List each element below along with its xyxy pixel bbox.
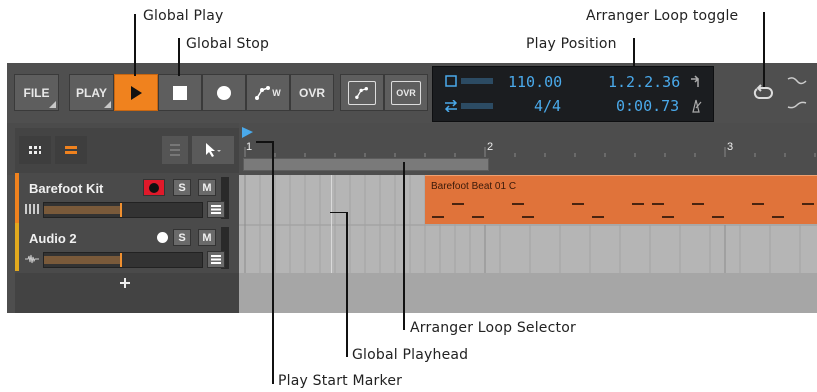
track-name[interactable]: Audio 2 [29, 231, 77, 246]
metronome-icon[interactable] [690, 99, 702, 113]
grid-icon [29, 146, 41, 154]
mute-button[interactable]: M [198, 229, 216, 246]
track-list-footer [15, 273, 239, 313]
punch-in-icon[interactable] [787, 75, 807, 87]
play-icon [131, 85, 142, 100]
track-menu-button[interactable] [207, 251, 225, 268]
callout-play-start-marker: Play Start Marker [278, 373, 403, 389]
arranger-ruler[interactable]: 1 2 3 [239, 123, 817, 175]
callout-line-playhead-h [330, 212, 348, 213]
callout-line-play-position [633, 38, 635, 66]
transport-bar: FILE PLAY W OVR OVR 110.00 4/4 1.2.2.36 … [7, 63, 817, 123]
track-menu-button[interactable] [207, 201, 225, 218]
automation-sub-label: W [272, 87, 281, 98]
callout-line-loop-selector [403, 162, 405, 330]
pre-roll-icon[interactable] [689, 75, 703, 89]
clip-launcher-toggle[interactable] [19, 136, 51, 164]
record-arm-icon [156, 232, 168, 243]
audio-waveform-icon [25, 254, 39, 264]
ovr-label: OVR [298, 85, 325, 100]
callout-line-global-play [134, 14, 136, 76]
add-track-icon[interactable] [120, 278, 130, 288]
solo-button[interactable]: S [173, 229, 191, 246]
callout-play-position: Play Position [526, 36, 617, 52]
drum-instrument-icon [25, 204, 39, 214]
arrangement-area[interactable]: Barefoot Beat 01 C [239, 175, 817, 313]
sync-icon [444, 100, 458, 112]
play-start-marker[interactable] [242, 127, 253, 138]
track-audio-2[interactable]: Audio 2 S M [15, 223, 239, 273]
cpu-icon [445, 75, 457, 87]
list-icon [170, 144, 180, 156]
callout-line-loop-toggle [763, 12, 765, 87]
track-name[interactable]: Barefoot Kit [29, 181, 103, 196]
record-arm-icon [149, 182, 159, 193]
transport-display: 110.00 4/4 1.2.2.36 0:00.73 [432, 66, 714, 122]
callout-global-stop: Global Stop [186, 36, 270, 52]
callout-line-playhead [346, 212, 348, 357]
menu-icon [211, 205, 221, 214]
cpu-meter [461, 78, 493, 84]
arranger-lines-icon [65, 146, 77, 154]
callout-line-play-start-h [256, 141, 274, 143]
bitwig-window: FILE PLAY W OVR OVR 110.00 4/4 1.2.2.36 … [7, 63, 817, 313]
mute-button[interactable]: M [198, 179, 216, 196]
global-stop-button[interactable] [158, 74, 202, 111]
callout-arranger-loop-toggle: Arranger Loop toggle [586, 8, 739, 24]
arranger-loop-selector[interactable] [243, 158, 489, 171]
record-icon [217, 85, 231, 100]
play-position-beats[interactable]: 1.2.2.36 [608, 73, 680, 91]
track-header-toolbar [7, 123, 239, 175]
callout-line-play-start [272, 141, 274, 384]
pointer-tool-icon [206, 143, 221, 157]
solo-button[interactable]: S [173, 179, 191, 196]
callout-arranger-loop-selector: Arranger Loop Selector [410, 320, 576, 336]
callout-global-play: Global Play [143, 8, 224, 24]
panel-toggle[interactable] [162, 136, 188, 164]
arranger-view-toggle[interactable] [55, 136, 87, 164]
ruler-bar-3: 3 [727, 141, 734, 153]
volume-fader[interactable] [43, 202, 203, 218]
clip-automation-icon [355, 86, 368, 99]
overdub-button[interactable]: OVR [290, 74, 334, 111]
global-play-button[interactable] [114, 74, 158, 111]
ruler-bar-2: 2 [487, 141, 494, 153]
clip-overdub-button[interactable]: OVR [384, 74, 428, 111]
file-button[interactable]: FILE [14, 74, 59, 111]
ruler-bar-1: 1 [246, 141, 253, 153]
clip-barefoot-beat[interactable]: Barefoot Beat 01 C [425, 175, 817, 224]
record-button[interactable] [202, 74, 246, 111]
time-signature-display[interactable]: 4/4 [534, 97, 561, 115]
play-menu-button[interactable]: PLAY [69, 74, 114, 111]
volume-fader[interactable] [43, 252, 203, 268]
track-barefoot-kit[interactable]: Barefoot Kit S M [15, 173, 239, 223]
stop-icon [173, 85, 187, 100]
play-position-time[interactable]: 0:00.73 [616, 97, 679, 115]
play-menu-label: PLAY [76, 85, 107, 100]
record-arm-button[interactable] [143, 179, 165, 196]
menu-icon [211, 255, 221, 264]
record-arm-button[interactable] [153, 229, 171, 246]
file-button-label: FILE [23, 85, 50, 100]
callout-line-global-stop [178, 38, 180, 76]
clip-ovr-label: OVR [391, 80, 421, 105]
automation-write-button[interactable]: W [246, 74, 290, 111]
clip-notes [432, 203, 814, 218]
global-playhead [331, 175, 332, 273]
audio-meter [461, 103, 493, 109]
clip-automation-write-button[interactable] [340, 74, 384, 111]
tool-selector[interactable] [192, 136, 234, 164]
tempo-display[interactable]: 110.00 [508, 73, 562, 91]
punch-out-icon[interactable] [787, 99, 807, 111]
callout-global-playhead: Global Playhead [352, 347, 469, 363]
automation-icon [255, 85, 271, 100]
